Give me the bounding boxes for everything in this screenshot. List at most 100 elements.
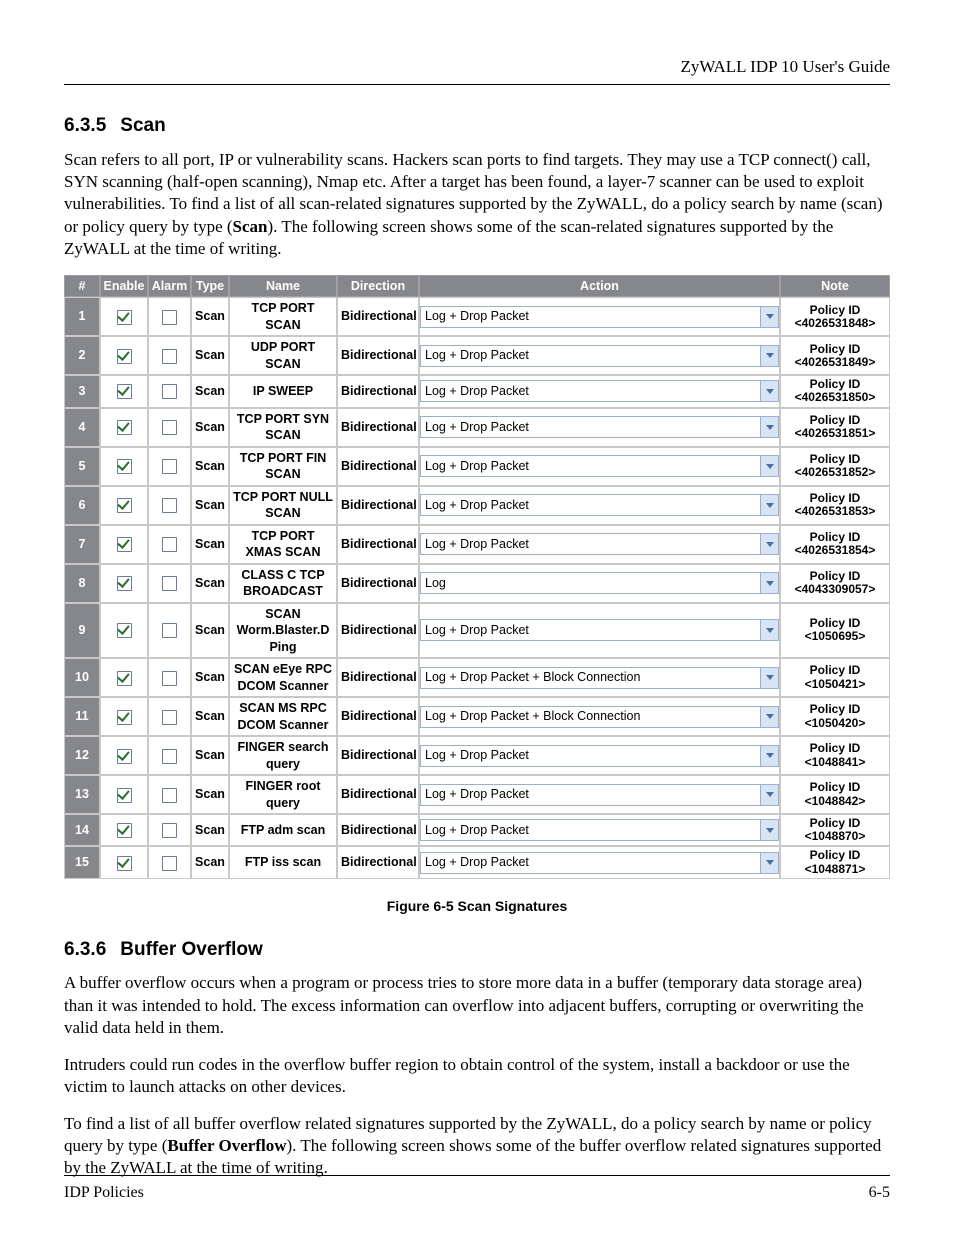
policy-id-label: Policy ID xyxy=(784,849,886,862)
name-cell: SCAN Worm.Blaster.D Ping xyxy=(229,603,337,659)
alarm-checkbox[interactable] xyxy=(162,537,177,552)
enable-checkbox[interactable] xyxy=(117,576,132,591)
action-dropdown[interactable]: Log + Drop Packet + Block Connection xyxy=(420,706,779,728)
action-cell: Log + Drop Packet xyxy=(419,525,780,564)
enable-checkbox[interactable] xyxy=(117,623,132,638)
enable-checkbox[interactable] xyxy=(117,671,132,686)
policy-id-value: <4026531849> xyxy=(784,356,886,369)
enable-checkbox[interactable] xyxy=(117,749,132,764)
enable-checkbox[interactable] xyxy=(117,823,132,838)
alarm-checkbox[interactable] xyxy=(162,420,177,435)
page-footer: IDP Policies 6-5 xyxy=(64,1175,890,1203)
action-cell: Log + Drop Packet xyxy=(419,408,780,447)
action-dropdown[interactable]: Log + Drop Packet xyxy=(420,745,779,767)
policy-id-label: Policy ID xyxy=(784,664,886,677)
row-number: 5 xyxy=(64,447,100,486)
chevron-down-icon xyxy=(766,828,774,833)
dropdown-button[interactable] xyxy=(760,346,778,366)
alarm-checkbox[interactable] xyxy=(162,671,177,686)
name-cell: TCP PORT SYN SCAN xyxy=(229,408,337,447)
policy-id-value: <4026531848> xyxy=(784,317,886,330)
name-cell: TCP PORT SCAN xyxy=(229,297,337,336)
alarm-checkbox[interactable] xyxy=(162,349,177,364)
dropdown-button[interactable] xyxy=(760,417,778,437)
note-cell: Policy ID<1048870> xyxy=(780,814,890,846)
alarm-checkbox[interactable] xyxy=(162,749,177,764)
alarm-checkbox[interactable] xyxy=(162,710,177,725)
action-dropdown[interactable]: Log + Drop Packet xyxy=(420,533,779,555)
dropdown-button[interactable] xyxy=(760,668,778,688)
action-dropdown[interactable]: Log + Drop Packet xyxy=(420,784,779,806)
enable-checkbox[interactable] xyxy=(117,537,132,552)
dropdown-button[interactable] xyxy=(760,820,778,840)
alarm-cell xyxy=(148,297,191,336)
enable-checkbox[interactable] xyxy=(117,310,132,325)
dropdown-button[interactable] xyxy=(760,573,778,593)
alarm-checkbox[interactable] xyxy=(162,856,177,871)
enable-cell xyxy=(100,375,148,407)
enable-checkbox[interactable] xyxy=(117,498,132,513)
alarm-checkbox[interactable] xyxy=(162,823,177,838)
policy-id-value: <1050420> xyxy=(784,717,886,730)
enable-checkbox[interactable] xyxy=(117,459,132,474)
alarm-checkbox[interactable] xyxy=(162,384,177,399)
alarm-checkbox[interactable] xyxy=(162,576,177,591)
alarm-checkbox[interactable] xyxy=(162,498,177,513)
enable-checkbox[interactable] xyxy=(117,856,132,871)
dropdown-button[interactable] xyxy=(760,853,778,873)
enable-cell xyxy=(100,408,148,447)
action-value: Log + Drop Packet xyxy=(421,820,760,840)
dropdown-button[interactable] xyxy=(760,381,778,401)
action-cell: Log + Drop Packet xyxy=(419,336,780,375)
chevron-down-icon xyxy=(766,389,774,394)
dropdown-button[interactable] xyxy=(760,746,778,766)
alarm-checkbox[interactable] xyxy=(162,459,177,474)
row-number: 12 xyxy=(64,736,100,775)
action-value: Log + Drop Packet xyxy=(421,534,760,554)
action-cell: Log + Drop Packet xyxy=(419,297,780,336)
enable-checkbox[interactable] xyxy=(117,384,132,399)
dropdown-button[interactable] xyxy=(760,620,778,640)
dropdown-button[interactable] xyxy=(760,785,778,805)
chevron-down-icon xyxy=(766,714,774,719)
type-cell: Scan xyxy=(191,814,229,846)
action-dropdown[interactable]: Log + Drop Packet xyxy=(420,619,779,641)
action-dropdown[interactable]: Log + Drop Packet xyxy=(420,455,779,477)
dropdown-button[interactable] xyxy=(760,707,778,727)
policy-id-value: <1050421> xyxy=(784,678,886,691)
action-dropdown[interactable]: Log + Drop Packet xyxy=(420,416,779,438)
action-dropdown[interactable]: Log + Drop Packet xyxy=(420,345,779,367)
chevron-down-icon xyxy=(766,675,774,680)
action-dropdown[interactable]: Log xyxy=(420,572,779,594)
action-dropdown[interactable]: Log + Drop Packet xyxy=(420,306,779,328)
type-cell: Scan xyxy=(191,736,229,775)
action-dropdown[interactable]: Log + Drop Packet xyxy=(420,494,779,516)
action-dropdown[interactable]: Log + Drop Packet xyxy=(420,852,779,874)
chevron-down-icon xyxy=(766,628,774,633)
dropdown-button[interactable] xyxy=(760,534,778,554)
alarm-checkbox[interactable] xyxy=(162,788,177,803)
scan-signatures-figure: # Enable Alarm Type Name Direction Actio… xyxy=(64,275,890,879)
alarm-checkbox[interactable] xyxy=(162,623,177,638)
chevron-down-icon xyxy=(766,503,774,508)
enable-checkbox[interactable] xyxy=(117,788,132,803)
action-value: Log + Drop Packet xyxy=(421,785,760,805)
dropdown-button[interactable] xyxy=(760,456,778,476)
dropdown-button[interactable] xyxy=(760,495,778,515)
action-dropdown[interactable]: Log + Drop Packet xyxy=(420,380,779,402)
enable-checkbox[interactable] xyxy=(117,420,132,435)
action-dropdown[interactable]: Log + Drop Packet + Block Connection xyxy=(420,667,779,689)
alarm-cell xyxy=(148,375,191,407)
name-cell: FINGER root query xyxy=(229,775,337,814)
enable-checkbox[interactable] xyxy=(117,349,132,364)
action-dropdown[interactable]: Log + Drop Packet xyxy=(420,819,779,841)
type-cell: Scan xyxy=(191,775,229,814)
alarm-checkbox[interactable] xyxy=(162,310,177,325)
table-row: 2ScanUDP PORT SCANBidirectionalLog + Dro… xyxy=(64,336,890,375)
direction-cell: Bidirectional xyxy=(337,486,419,525)
header-title: ZyWALL IDP 10 User's Guide xyxy=(64,56,890,78)
name-cell: TCP PORT FIN SCAN xyxy=(229,447,337,486)
enable-checkbox[interactable] xyxy=(117,710,132,725)
dropdown-button[interactable] xyxy=(760,307,778,327)
action-cell: Log + Drop Packet xyxy=(419,375,780,407)
